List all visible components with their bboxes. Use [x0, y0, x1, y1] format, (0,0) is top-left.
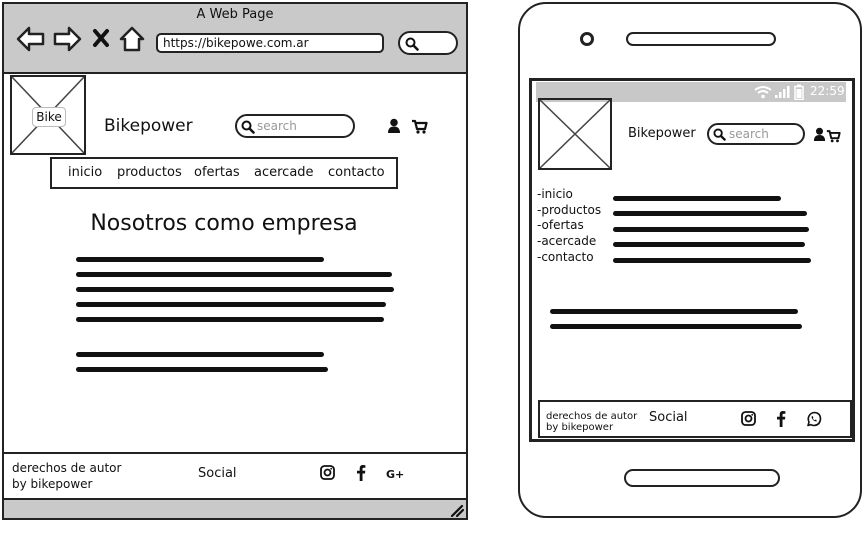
mobile-nav-acercade[interactable]: -acercade: [537, 234, 596, 248]
menu-item-productos[interactable]: productos: [117, 165, 182, 180]
copyright-line-2: by bikepower: [12, 477, 93, 491]
speaker-slot: [626, 32, 776, 46]
brand-name: Bikepower: [104, 116, 193, 136]
placeholder-text-block: [550, 309, 810, 333]
whatsapp-icon[interactable]: [806, 411, 822, 431]
search-icon: [241, 120, 255, 134]
status-time: 22:59: [810, 84, 845, 98]
mobile-nav-contacto[interactable]: -contacto: [537, 250, 594, 264]
cart-icon[interactable]: [411, 119, 428, 138]
browser-status-bar: [4, 498, 466, 518]
logo-image-placeholder: Bike: [10, 75, 86, 155]
desktop-browser-window: A Web Page https://bikepowe.com.ar Bike …: [2, 2, 468, 520]
wifi-icon: [754, 86, 772, 99]
placeholder-text-block: [613, 196, 813, 268]
social-label: Social: [198, 466, 237, 481]
copyright-line-1: derechos de autor: [12, 461, 122, 475]
search-icon: [405, 37, 419, 51]
mobile-copyright-line-2: by bikepower: [546, 422, 614, 433]
mobile-logo-image-placeholder: [538, 98, 612, 170]
instagram-icon[interactable]: [320, 465, 335, 484]
battery-icon: [794, 84, 804, 100]
search-input[interactable]: search: [235, 114, 355, 138]
user-icon[interactable]: [387, 118, 401, 138]
menu-item-inicio[interactable]: inicio: [68, 165, 102, 180]
mobile-social-label: Social: [649, 410, 688, 425]
placeholder-text-block: [76, 257, 406, 337]
mobile-search-input[interactable]: search: [707, 123, 805, 145]
mobile-search-placeholder: search: [729, 127, 769, 141]
mobile-nav-inicio[interactable]: -inicio: [537, 187, 573, 201]
menu-item-acercade[interactable]: acercade: [254, 165, 314, 180]
camera-icon: [580, 32, 594, 46]
resize-grip-icon[interactable]: [448, 503, 464, 517]
facebook-icon[interactable]: [776, 410, 786, 431]
google-plus-icon[interactable]: G+: [386, 468, 404, 481]
mobile-copyright-line-1: derechos de autor: [546, 411, 638, 422]
menu-item-contacto[interactable]: contacto: [328, 165, 385, 180]
home-button[interactable]: [624, 469, 780, 487]
mobile-nav-ofertas[interactable]: -ofertas: [537, 218, 584, 232]
menu-item-ofertas[interactable]: ofertas: [194, 165, 240, 180]
mobile-nav-productos[interactable]: -productos: [537, 203, 601, 217]
cart-icon[interactable]: [826, 128, 841, 147]
main-menu: inicio productos ofertas acercade contac…: [50, 157, 398, 189]
search-placeholder: search: [257, 119, 297, 133]
mobile-brand-name: Bikepower: [628, 126, 696, 141]
facebook-icon[interactable]: [356, 464, 366, 485]
url-bar[interactable]: https://bikepowe.com.ar: [156, 33, 384, 53]
logo-label: Bike: [32, 107, 66, 127]
home-icon[interactable]: [118, 25, 146, 53]
page-heading: Nosotros como empresa: [90, 211, 358, 236]
stop-x-icon[interactable]: [92, 28, 110, 48]
instagram-icon[interactable]: [741, 411, 756, 430]
search-icon: [713, 128, 726, 141]
browser-title-bar: A Web Page https://bikepowe.com.ar: [4, 4, 466, 74]
user-icon[interactable]: [813, 127, 826, 146]
window-title: A Web Page: [196, 7, 274, 22]
signal-icon: [775, 86, 790, 98]
browser-search-field[interactable]: [398, 31, 458, 55]
back-arrow-icon[interactable]: [16, 26, 46, 52]
placeholder-text-block: [76, 352, 406, 382]
forward-arrow-icon[interactable]: [52, 26, 82, 52]
